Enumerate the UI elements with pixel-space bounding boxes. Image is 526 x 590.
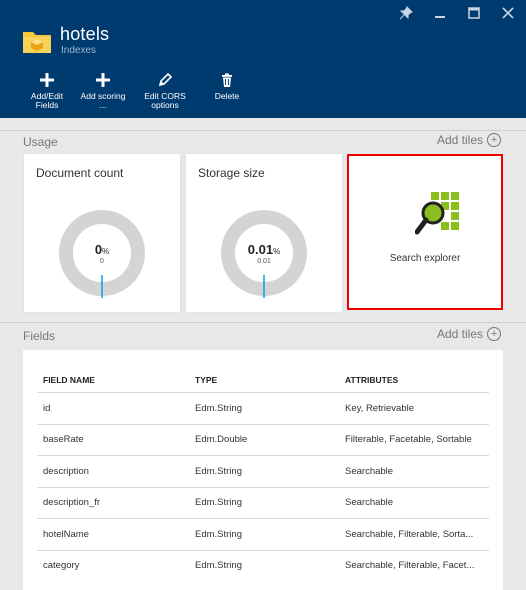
- fields-add-tiles-label: Add tiles: [437, 327, 484, 341]
- field-attributes-cell: Searchable: [339, 455, 489, 487]
- field-name-cell: id: [37, 392, 189, 424]
- delete-label: Delete: [214, 91, 240, 101]
- add-scoring-button[interactable]: Add scoring ...: [76, 72, 130, 110]
- field-attributes-cell: Searchable: [339, 486, 489, 519]
- maximize-icon[interactable]: [466, 6, 482, 22]
- search-explorer-icon: [415, 192, 459, 235]
- document-count-value: 0%: [57, 242, 147, 257]
- column-header-type[interactable]: TYPE: [189, 368, 339, 393]
- field-type-cell: Edm.Double: [189, 423, 339, 456]
- field-name-cell: hotelName: [37, 518, 189, 550]
- fields-add-tiles-button[interactable]: Add tiles +: [437, 327, 502, 341]
- table-row[interactable]: description_fr Edm.String Searchable: [37, 486, 489, 519]
- field-attributes-cell: Filterable, Facetable, Sortable: [339, 423, 489, 456]
- trash-icon: [222, 73, 232, 87]
- table-row[interactable]: description Edm.String Searchable: [37, 455, 489, 487]
- document-count-number: 0: [94, 242, 103, 257]
- blade-header: hotels Indexes Add/Edit Fields Add scori…: [0, 0, 526, 118]
- pencil-icon: [158, 72, 173, 87]
- field-attributes-cell: Searchable, Filterable, Sorta...: [339, 518, 489, 550]
- field-type-cell: Edm.String: [189, 549, 339, 581]
- folder-index-icon: [23, 32, 51, 53]
- search-explorer-label: Search explorer: [389, 253, 461, 264]
- field-attributes-cell: Key, Retrievable: [339, 392, 489, 424]
- blade-subtitle: Indexes: [61, 45, 97, 56]
- table-row[interactable]: baseRate Edm.Double Filterable, Facetabl…: [37, 423, 489, 456]
- plus-circle-icon: +: [487, 327, 502, 341]
- usage-add-tiles-label: Add tiles: [437, 133, 484, 147]
- pin-icon[interactable]: [398, 6, 414, 22]
- storage-size-sub: 0.01: [257, 258, 271, 265]
- plus-circle-icon: +: [487, 133, 502, 147]
- fields-divider: [0, 322, 526, 323]
- document-count-unit: %: [102, 247, 110, 256]
- table-row[interactable]: category Edm.String Searchable, Filterab…: [37, 549, 489, 581]
- document-count-donut: 0% 0: [57, 208, 147, 298]
- minimize-icon[interactable]: [432, 6, 448, 22]
- table-header-row: FIELD NAME TYPE ATTRIBUTES: [37, 368, 489, 393]
- table-row[interactable]: hotelName Edm.String Searchable, Filtera…: [37, 518, 489, 550]
- storage-size-title: Storage size: [198, 166, 265, 180]
- field-type-cell: Edm.String: [189, 486, 339, 519]
- document-count-tile[interactable]: Document count 0% 0: [24, 154, 180, 312]
- fields-table-panel: FIELD NAME TYPE ATTRIBUTES id Edm.String…: [23, 350, 503, 590]
- document-count-sub: 0: [100, 258, 104, 265]
- add-edit-fields-button[interactable]: Add/Edit Fields: [20, 72, 74, 110]
- close-icon[interactable]: [500, 6, 516, 22]
- command-bar: Add/Edit Fields Add scoring ... Edit COR…: [20, 72, 256, 110]
- add-scoring-label: Add scoring ...: [80, 91, 126, 110]
- plus-icon: [40, 73, 54, 87]
- field-name-cell: description_fr: [37, 486, 189, 519]
- field-name-cell: description: [37, 455, 189, 487]
- field-type-cell: Edm.String: [189, 392, 339, 424]
- edit-cors-button[interactable]: Edit CORS options: [132, 72, 198, 110]
- table-row[interactable]: id Edm.String Key, Retrievable: [37, 392, 489, 424]
- storage-size-unit: %: [273, 247, 281, 256]
- storage-size-number: 0.01: [247, 242, 274, 257]
- field-name-cell: baseRate: [37, 423, 189, 456]
- storage-size-value: 0.01%: [219, 242, 309, 257]
- field-name-cell: category: [37, 549, 189, 581]
- edit-cors-label: Edit CORS options: [144, 91, 186, 110]
- blade-title: hotels: [60, 24, 110, 44]
- storage-size-donut: 0.01% 0.01: [219, 208, 309, 298]
- usage-add-tiles-button[interactable]: Add tiles +: [437, 133, 502, 147]
- field-type-cell: Edm.String: [189, 455, 339, 487]
- column-header-attributes[interactable]: ATTRIBUTES: [339, 368, 489, 393]
- usage-section-label: Usage: [23, 135, 58, 149]
- add-edit-fields-label: Add/Edit Fields: [30, 91, 64, 110]
- fields-table: FIELD NAME TYPE ATTRIBUTES id Edm.String…: [37, 368, 489, 581]
- delete-button[interactable]: Delete: [200, 72, 254, 110]
- field-attributes-cell: Searchable, Filterable, Facet...: [339, 549, 489, 581]
- storage-size-tile[interactable]: Storage size 0.01% 0.01: [186, 154, 342, 312]
- plus-icon: [96, 73, 110, 87]
- usage-divider: [0, 130, 526, 131]
- column-header-field-name[interactable]: FIELD NAME: [37, 368, 189, 393]
- document-count-title: Document count: [36, 166, 124, 180]
- window-controls: [398, 6, 516, 22]
- field-type-cell: Edm.String: [189, 518, 339, 550]
- fields-section-label: Fields: [23, 329, 56, 343]
- search-explorer-tile[interactable]: Search explorer: [348, 155, 502, 309]
